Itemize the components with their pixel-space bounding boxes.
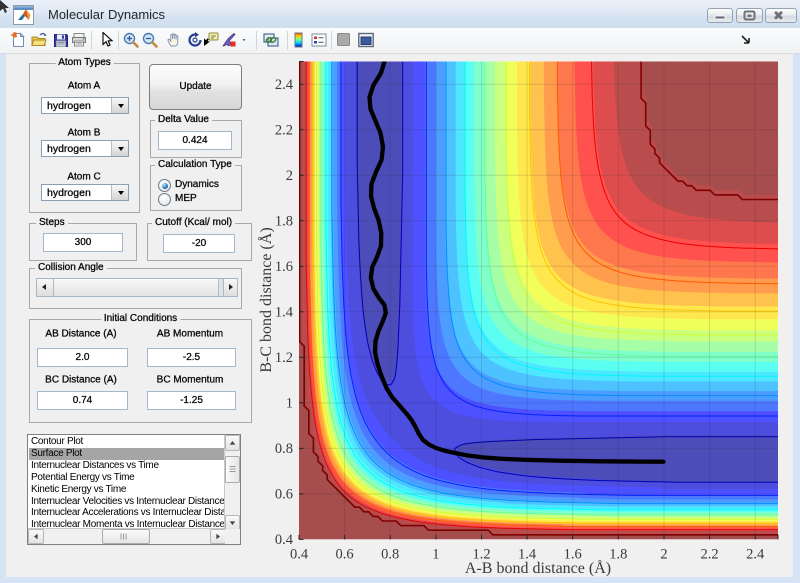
svg-text:1.6: 1.6	[275, 259, 293, 275]
svg-text:2: 2	[660, 547, 667, 563]
svg-text:1.8: 1.8	[275, 213, 293, 229]
svg-text:0.8: 0.8	[381, 547, 399, 563]
svg-text:0.4: 0.4	[290, 547, 309, 563]
svg-text:B-C bond distance (Å): B-C bond distance (Å)	[257, 227, 275, 372]
svg-text:0.4: 0.4	[275, 532, 294, 548]
svg-text:0.6: 0.6	[275, 486, 293, 502]
svg-text:2: 2	[286, 168, 293, 184]
svg-text:1.2: 1.2	[275, 350, 293, 366]
svg-text:2.4: 2.4	[746, 547, 765, 563]
svg-text:2.4: 2.4	[275, 77, 294, 93]
svg-text:0.8: 0.8	[275, 441, 293, 457]
svg-text:A-B bond distance (Å): A-B bond distance (Å)	[465, 559, 611, 577]
svg-text:0.6: 0.6	[336, 547, 354, 563]
svg-text:1.8: 1.8	[609, 547, 627, 563]
svg-text:2.2: 2.2	[275, 122, 293, 138]
svg-text:1: 1	[286, 395, 293, 411]
svg-text:1.4: 1.4	[275, 304, 294, 320]
svg-text:1: 1	[432, 547, 439, 563]
svg-text:2.2: 2.2	[701, 547, 719, 563]
